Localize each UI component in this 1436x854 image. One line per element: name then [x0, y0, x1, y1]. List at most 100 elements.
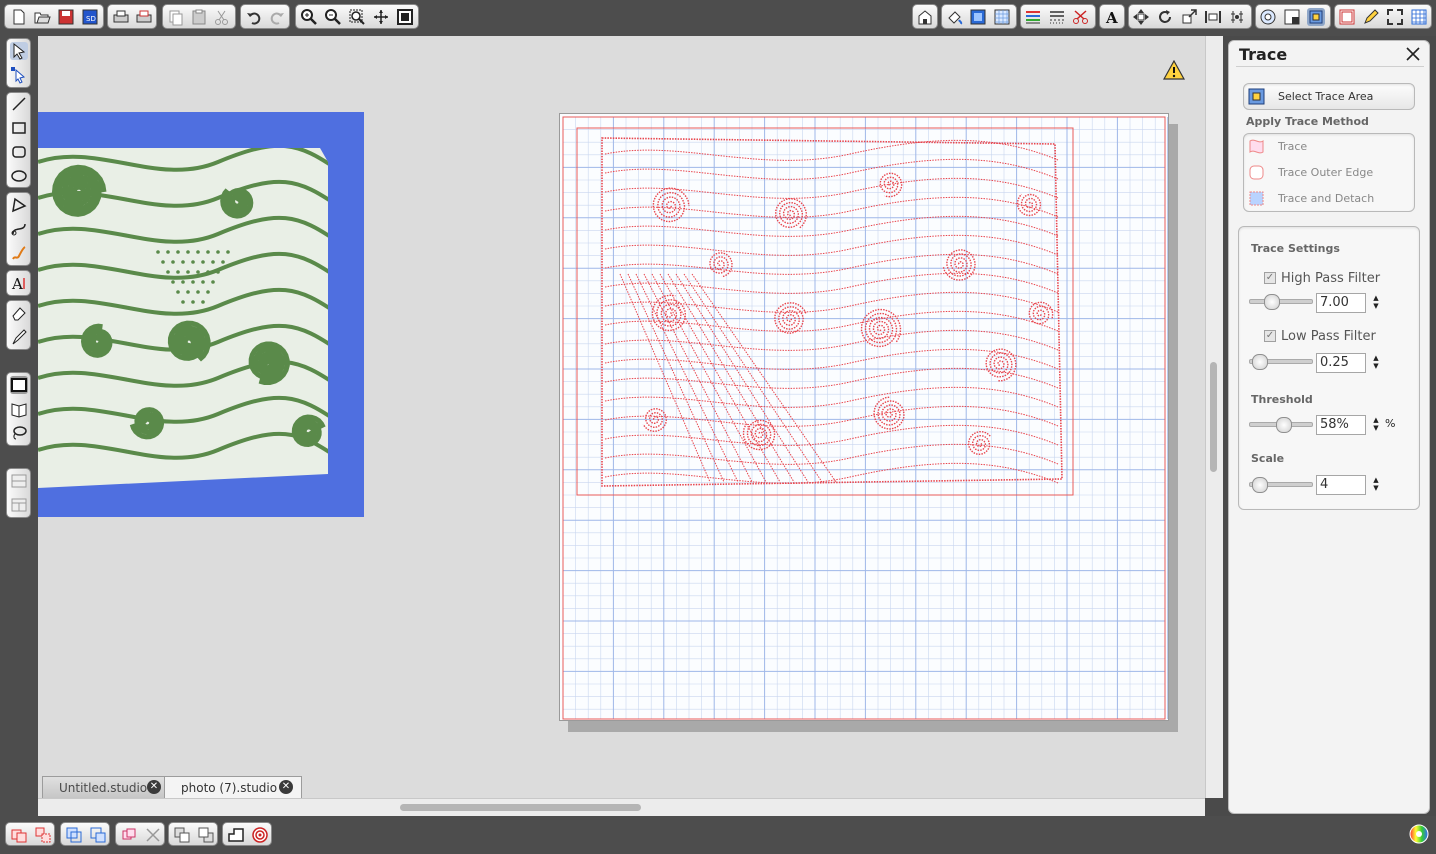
line-icon[interactable] [10, 95, 28, 113]
close-icon[interactable] [1404, 45, 1422, 63]
offset-icon[interactable] [1259, 8, 1277, 26]
threshold-input[interactable]: 58% [1316, 415, 1366, 435]
group-icon[interactable] [10, 826, 28, 844]
save-to-library-icon[interactable]: SD [81, 8, 99, 26]
full-screen-icon[interactable] [1386, 8, 1404, 26]
pattern-icon[interactable] [993, 8, 1011, 26]
print-icon[interactable] [112, 8, 130, 26]
ungroup-icon[interactable] [34, 826, 52, 844]
traced-spiral [873, 396, 905, 430]
scale-slider-knob[interactable] [1251, 477, 1268, 493]
line-color-icon[interactable] [969, 8, 987, 26]
print-cut-icon[interactable] [135, 8, 153, 26]
cutting-mat[interactable] [559, 113, 1169, 721]
high-pass-checkbox[interactable]: ✓ [1264, 272, 1276, 284]
align-icon[interactable] [1204, 8, 1222, 26]
layout-b-icon[interactable] [10, 496, 28, 514]
undo-icon[interactable] [245, 8, 263, 26]
rectangle-icon[interactable] [10, 119, 28, 137]
compound-tools [60, 822, 110, 846]
panel-title: Trace [1239, 45, 1288, 64]
traced-spiral [774, 302, 807, 334]
save-icon[interactable] [57, 8, 75, 26]
bring-forward-icon[interactable] [173, 826, 191, 844]
low-pass-label: Low Pass Filter [1281, 329, 1376, 344]
warning-icon[interactable] [1163, 60, 1185, 80]
select-trace-area-button[interactable]: Select Trace Area [1243, 83, 1415, 110]
select-icon[interactable] [10, 42, 28, 60]
page-setup-icon[interactable] [1307, 8, 1325, 26]
scale-input[interactable]: 4 [1316, 475, 1366, 495]
eraser-icon[interactable] [10, 304, 28, 322]
high-pass-slider[interactable] [1249, 299, 1313, 304]
close-icon[interactable]: ✕ [279, 780, 293, 794]
zoom-select-icon[interactable] [348, 8, 366, 26]
threshold-slider-knob[interactable] [1276, 417, 1292, 433]
low-pass-slider-knob[interactable] [1251, 354, 1268, 370]
low-pass-checkbox[interactable]: ✓ [1264, 330, 1276, 342]
trace-icon[interactable] [1283, 8, 1301, 26]
ellipse-icon[interactable] [10, 167, 28, 185]
line-type-icon[interactable] [1048, 8, 1066, 26]
send-backward-icon[interactable] [197, 826, 215, 844]
trace-method-detach[interactable]: Trace and Detach [1244, 186, 1414, 212]
fit-to-page-icon[interactable] [396, 8, 414, 26]
rotate-icon[interactable] [1156, 8, 1174, 26]
knife-icon[interactable] [10, 328, 28, 346]
high-pass-input[interactable]: 7.00 [1316, 293, 1366, 313]
grid-icon[interactable] [1410, 8, 1428, 26]
line-style-icon[interactable] [1024, 8, 1042, 26]
cut-icon[interactable] [213, 8, 231, 26]
duplicate-icon[interactable] [120, 826, 138, 844]
delete-icon[interactable] [144, 826, 162, 844]
lasso-icon[interactable] [10, 424, 28, 442]
redo-icon[interactable] [268, 8, 286, 26]
library-icon[interactable] [916, 8, 934, 26]
rounded-rectangle-icon[interactable] [10, 143, 28, 161]
trace-method-outer-edge[interactable]: Trace Outer Edge [1244, 160, 1414, 186]
horizontal-scroll-thumb[interactable] [400, 804, 641, 811]
fill-color-icon[interactable] [945, 8, 963, 26]
mat-grid [562, 116, 1168, 720]
scale-stepper[interactable]: ▲ ▼ [1371, 476, 1381, 492]
offset-target-icon[interactable] [251, 826, 269, 844]
new-document-icon[interactable] [10, 8, 28, 26]
cut-style-icon[interactable] [1072, 8, 1090, 26]
threshold-stepper[interactable]: ▲ ▼ [1371, 416, 1381, 432]
low-pass-stepper[interactable]: ▲ ▼ [1371, 354, 1381, 370]
text-icon[interactable]: A [10, 274, 28, 292]
close-icon[interactable]: ✕ [147, 780, 161, 794]
vertical-scroll-thumb[interactable] [1210, 362, 1217, 472]
zoom-out-icon[interactable] [324, 8, 342, 26]
paste-icon[interactable] [190, 8, 208, 26]
weld-icon[interactable] [227, 826, 245, 844]
make-compound-icon[interactable] [65, 826, 83, 844]
tab-untitled[interactable]: Untitled.studio ✕ [42, 776, 170, 798]
text-style-icon[interactable]: A [1103, 8, 1121, 26]
polygon-icon[interactable] [10, 196, 28, 214]
freehand-icon[interactable] [10, 244, 28, 262]
zoom-in-icon[interactable] [300, 8, 318, 26]
source-photo[interactable] [38, 112, 364, 517]
color-wheel-icon[interactable] [1408, 823, 1430, 845]
high-pass-stepper[interactable]: ▲ ▼ [1371, 294, 1381, 310]
cut-settings-icon[interactable] [1338, 8, 1356, 26]
release-compound-icon[interactable] [89, 826, 107, 844]
doodle-dot [191, 260, 195, 264]
layout-a-icon[interactable] [10, 472, 28, 490]
sketch-icon[interactable] [1362, 8, 1380, 26]
library-panel-icon[interactable] [10, 400, 28, 418]
curve-icon[interactable] [10, 220, 28, 238]
tab-photo[interactable]: photo (7).studio ✕ [164, 776, 302, 798]
fill-icon[interactable] [10, 376, 28, 394]
open-icon[interactable] [33, 8, 51, 26]
low-pass-input[interactable]: 0.25 [1316, 353, 1366, 373]
transform-icon[interactable] [1132, 8, 1150, 26]
copy-icon[interactable] [167, 8, 185, 26]
trace-method-trace[interactable]: Trace [1244, 134, 1414, 160]
high-pass-slider-knob[interactable] [1264, 294, 1281, 310]
point-edit-icon[interactable] [10, 66, 28, 84]
replicate-icon[interactable] [1228, 8, 1246, 26]
pan-icon[interactable] [372, 8, 390, 26]
scale-icon[interactable] [1180, 8, 1198, 26]
